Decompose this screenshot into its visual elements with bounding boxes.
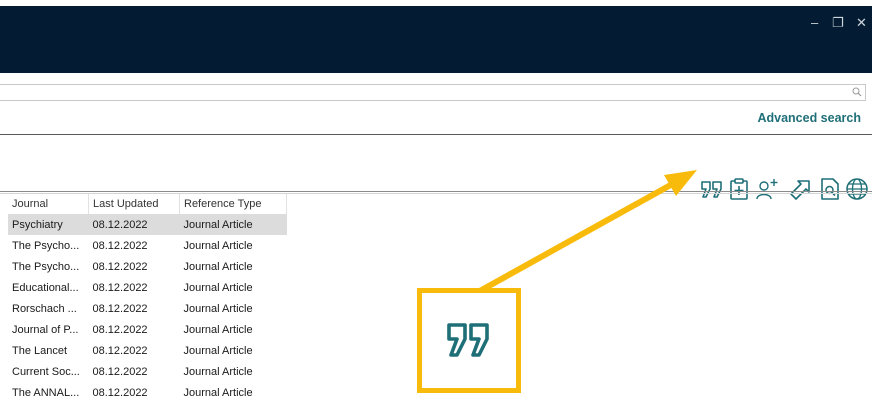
type-cell: Journal Article [179, 214, 287, 235]
journal-cell: The Psycho... [12, 239, 80, 252]
search-icon[interactable] [852, 87, 862, 97]
column-header-reference-type[interactable]: Reference Type [179, 194, 287, 214]
updated-cell: 08.12.2022 [92, 386, 148, 399]
table-row[interactable]: The ANNAL... 08.12.2022 Journal Article [8, 382, 287, 403]
table-row[interactable]: Psychiatry 08.12.2022 Journal Article [8, 214, 287, 235]
table-row[interactable]: Current Soc... 08.12.2022 Journal Articl… [8, 361, 287, 382]
table-row[interactable]: Educational... 08.12.2022 Journal Articl… [8, 277, 287, 298]
journal-cell: Rorschach ... [12, 302, 77, 315]
table-row[interactable]: The Psycho... 08.12.2022 Journal Article [8, 235, 287, 256]
type-cell: Journal Article [183, 344, 253, 357]
search-input[interactable] [4, 85, 844, 100]
callout-box [417, 288, 521, 393]
table-header-row: Journal Last Updated Reference Type [8, 194, 287, 214]
updated-cell: 08.12.2022 [92, 281, 148, 294]
quote-icon[interactable] [700, 177, 724, 201]
table-row[interactable]: The Psycho... 08.12.2022 Journal Article [8, 256, 287, 277]
type-cell: Journal Article [183, 323, 253, 336]
references-table: Journal Last Updated Reference Type Psyc… [8, 194, 287, 403]
restore-button[interactable]: ❐ [832, 16, 844, 30]
table-row[interactable]: Rorschach ... 08.12.2022 Journal Article [8, 298, 287, 319]
add-person-icon[interactable] [755, 177, 779, 201]
journal-cell: Educational... [12, 281, 79, 294]
journal-cell: The Lancet [12, 344, 68, 357]
updated-cell: 08.12.2022 [88, 214, 180, 235]
journal-cell: Journal of P... [12, 323, 79, 336]
column-header-last-updated[interactable]: Last Updated [88, 194, 180, 214]
quote-icon [447, 323, 489, 357]
type-cell: Journal Article [183, 365, 253, 378]
type-cell: Journal Article [183, 239, 253, 252]
divider [0, 134, 872, 135]
clipboard-add-icon[interactable] [727, 177, 751, 201]
type-cell: Journal Article [183, 260, 253, 273]
divider [0, 191, 872, 192]
updated-cell: 08.12.2022 [92, 260, 148, 273]
document-search-icon[interactable] [818, 177, 842, 201]
journal-cell: The ANNAL... [12, 386, 80, 399]
journal-cell: The Psycho... [12, 260, 80, 273]
advanced-search-link[interactable]: Advanced search [757, 111, 861, 125]
open-external-icon[interactable] [788, 177, 812, 201]
type-cell: Journal Article [183, 281, 253, 294]
updated-cell: 08.12.2022 [92, 365, 148, 378]
updated-cell: 08.12.2022 [92, 323, 148, 336]
journal-cell: Psychiatry [8, 214, 89, 235]
type-cell: Journal Article [183, 302, 253, 315]
table-row[interactable]: The Lancet 08.12.2022 Journal Article [8, 340, 287, 361]
updated-cell: 08.12.2022 [92, 239, 148, 252]
globe-icon[interactable] [845, 177, 869, 201]
updated-cell: 08.12.2022 [92, 344, 148, 357]
table-row[interactable]: Journal of P... 08.12.2022 Journal Artic… [8, 319, 287, 340]
search-box [0, 84, 866, 101]
minimize-button[interactable]: – [811, 16, 818, 30]
close-button[interactable]: ✕ [856, 16, 867, 30]
journal-cell: Current Soc... [12, 365, 80, 378]
title-bar: – ❐ ✕ [0, 6, 872, 73]
type-cell: Journal Article [183, 386, 253, 399]
updated-cell: 08.12.2022 [92, 302, 148, 315]
column-header-journal[interactable]: Journal [8, 194, 89, 214]
